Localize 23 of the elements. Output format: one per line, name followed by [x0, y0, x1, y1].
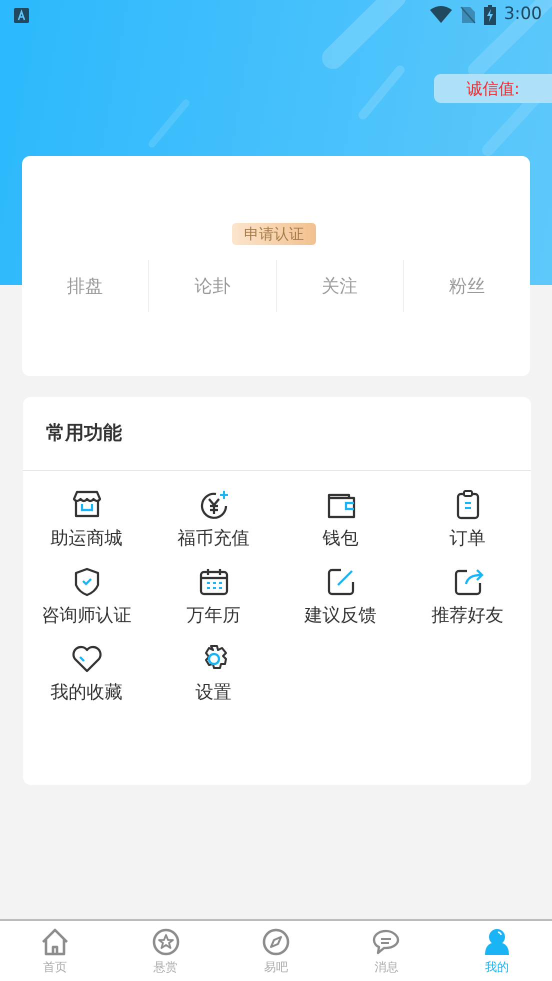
battery-charging-icon: [484, 5, 496, 25]
function-label[interactable]: 设置: [196, 679, 232, 706]
wifi-icon: [430, 6, 452, 24]
function-label[interactable]: 钱包: [322, 525, 358, 552]
function-label[interactable]: 万年历: [186, 602, 240, 629]
function-label[interactable]: 助运商城: [50, 525, 122, 552]
chat-icon: [371, 927, 402, 957]
section-title: 常用功能: [46, 421, 122, 446]
function-label[interactable]: 建议反馈: [304, 602, 376, 629]
star-circle-icon: [150, 927, 181, 957]
compass-icon: [261, 927, 292, 957]
function-label[interactable]: 我的收藏: [50, 679, 122, 706]
function-label[interactable]: 福币充值: [178, 525, 250, 552]
no-sim-icon: [460, 6, 476, 24]
function-label[interactable]: 推荐好友: [432, 602, 504, 629]
keyboard-icon: [14, 8, 29, 22]
home-icon: [40, 927, 70, 957]
calendar-icon[interactable]: [198, 566, 230, 598]
function-label[interactable]: 咨询师认证: [42, 602, 132, 629]
function-label[interactable]: 订单: [450, 525, 486, 552]
credit-score-label: 诚信值:: [434, 74, 552, 103]
heart-icon[interactable]: [70, 643, 102, 675]
clock-time: 3:00: [504, 3, 542, 26]
